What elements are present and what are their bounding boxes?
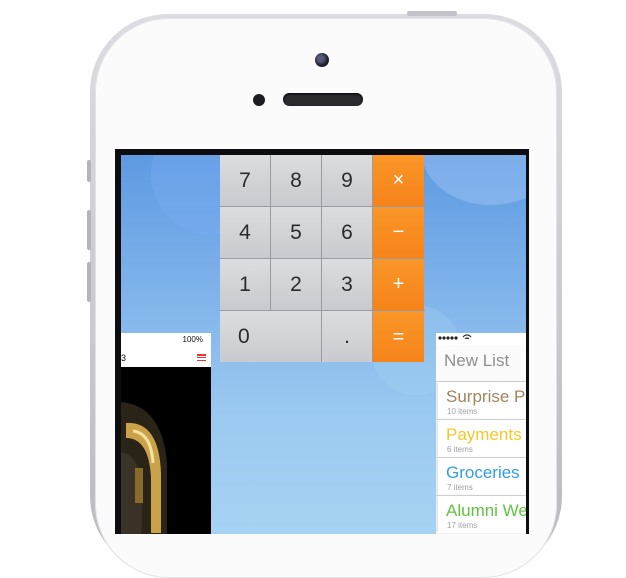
list-count: 10 items bbox=[447, 407, 478, 416]
key-1[interactable]: 1 bbox=[220, 259, 271, 310]
sleep-wake-button[interactable] bbox=[407, 11, 457, 16]
list-item[interactable]: Alumni We 17 items bbox=[436, 495, 526, 533]
volume-down-button[interactable] bbox=[87, 262, 91, 302]
calc-row-2: 4 5 6 − bbox=[220, 207, 425, 259]
list-item[interactable]: Surprise P 10 items bbox=[436, 381, 526, 419]
calc-row-3: 1 2 3 + bbox=[220, 259, 425, 311]
status-bar bbox=[436, 333, 526, 345]
calculator-app-card[interactable]: 7 8 9 × 4 5 6 − 1 2 3 + 0 . = bbox=[220, 155, 425, 362]
key-9[interactable]: 9 bbox=[322, 155, 373, 206]
key-0[interactable]: 0 bbox=[220, 311, 322, 362]
list-title: Payments bbox=[446, 425, 522, 444]
equals-key[interactable]: = bbox=[373, 311, 424, 362]
list-count: 17 items bbox=[447, 521, 478, 530]
music-app-card[interactable]: 100% 3 bbox=[121, 333, 211, 534]
key-5[interactable]: 5 bbox=[271, 207, 322, 258]
track-number: 3 bbox=[121, 353, 127, 363]
key-2[interactable]: 2 bbox=[271, 259, 322, 310]
reminders-app-card[interactable]: New List Surprise P 10 items Payments 6 … bbox=[436, 333, 526, 534]
list-item[interactable]: Payments 6 items bbox=[436, 419, 526, 457]
album-artwork bbox=[121, 402, 167, 534]
key-3[interactable]: 3 bbox=[322, 259, 373, 310]
key-7[interactable]: 7 bbox=[220, 155, 271, 206]
volume-up-button[interactable] bbox=[87, 210, 91, 250]
list-card: Surprise P 10 items bbox=[438, 382, 526, 419]
music-header: 100% 3 bbox=[121, 333, 211, 367]
mute-switch[interactable] bbox=[87, 160, 91, 182]
calc-row-1: 7 8 9 × bbox=[220, 155, 425, 207]
list-count: 6 items bbox=[447, 445, 473, 454]
calc-row-4: 0 . = bbox=[220, 311, 425, 362]
earpiece-speaker bbox=[283, 93, 363, 106]
front-camera bbox=[315, 53, 329, 67]
multiply-key[interactable]: × bbox=[373, 155, 424, 206]
decimal-key[interactable]: . bbox=[322, 311, 373, 362]
list-item[interactable]: Groceries 7 items bbox=[436, 457, 526, 495]
list-title: Surprise P bbox=[446, 387, 526, 406]
list-icon[interactable] bbox=[197, 354, 206, 362]
plus-key[interactable]: + bbox=[373, 259, 424, 310]
key-4[interactable]: 4 bbox=[220, 207, 271, 258]
list-card: Alumni We 17 items bbox=[438, 496, 526, 533]
key-6[interactable]: 6 bbox=[322, 207, 373, 258]
proximity-sensor bbox=[253, 94, 265, 106]
list-card: Groceries 7 items bbox=[438, 458, 526, 495]
list-title: Groceries bbox=[446, 463, 520, 482]
list-title: Alumni We bbox=[446, 501, 526, 520]
minus-key[interactable]: − bbox=[373, 207, 424, 258]
key-8[interactable]: 8 bbox=[271, 155, 322, 206]
new-list-button[interactable]: New List bbox=[444, 351, 509, 371]
signal-wifi-icon bbox=[438, 334, 472, 340]
list-count: 7 items bbox=[447, 483, 473, 492]
battery-percentage: 100% bbox=[182, 335, 203, 344]
list-card: Payments 6 items bbox=[438, 420, 526, 457]
